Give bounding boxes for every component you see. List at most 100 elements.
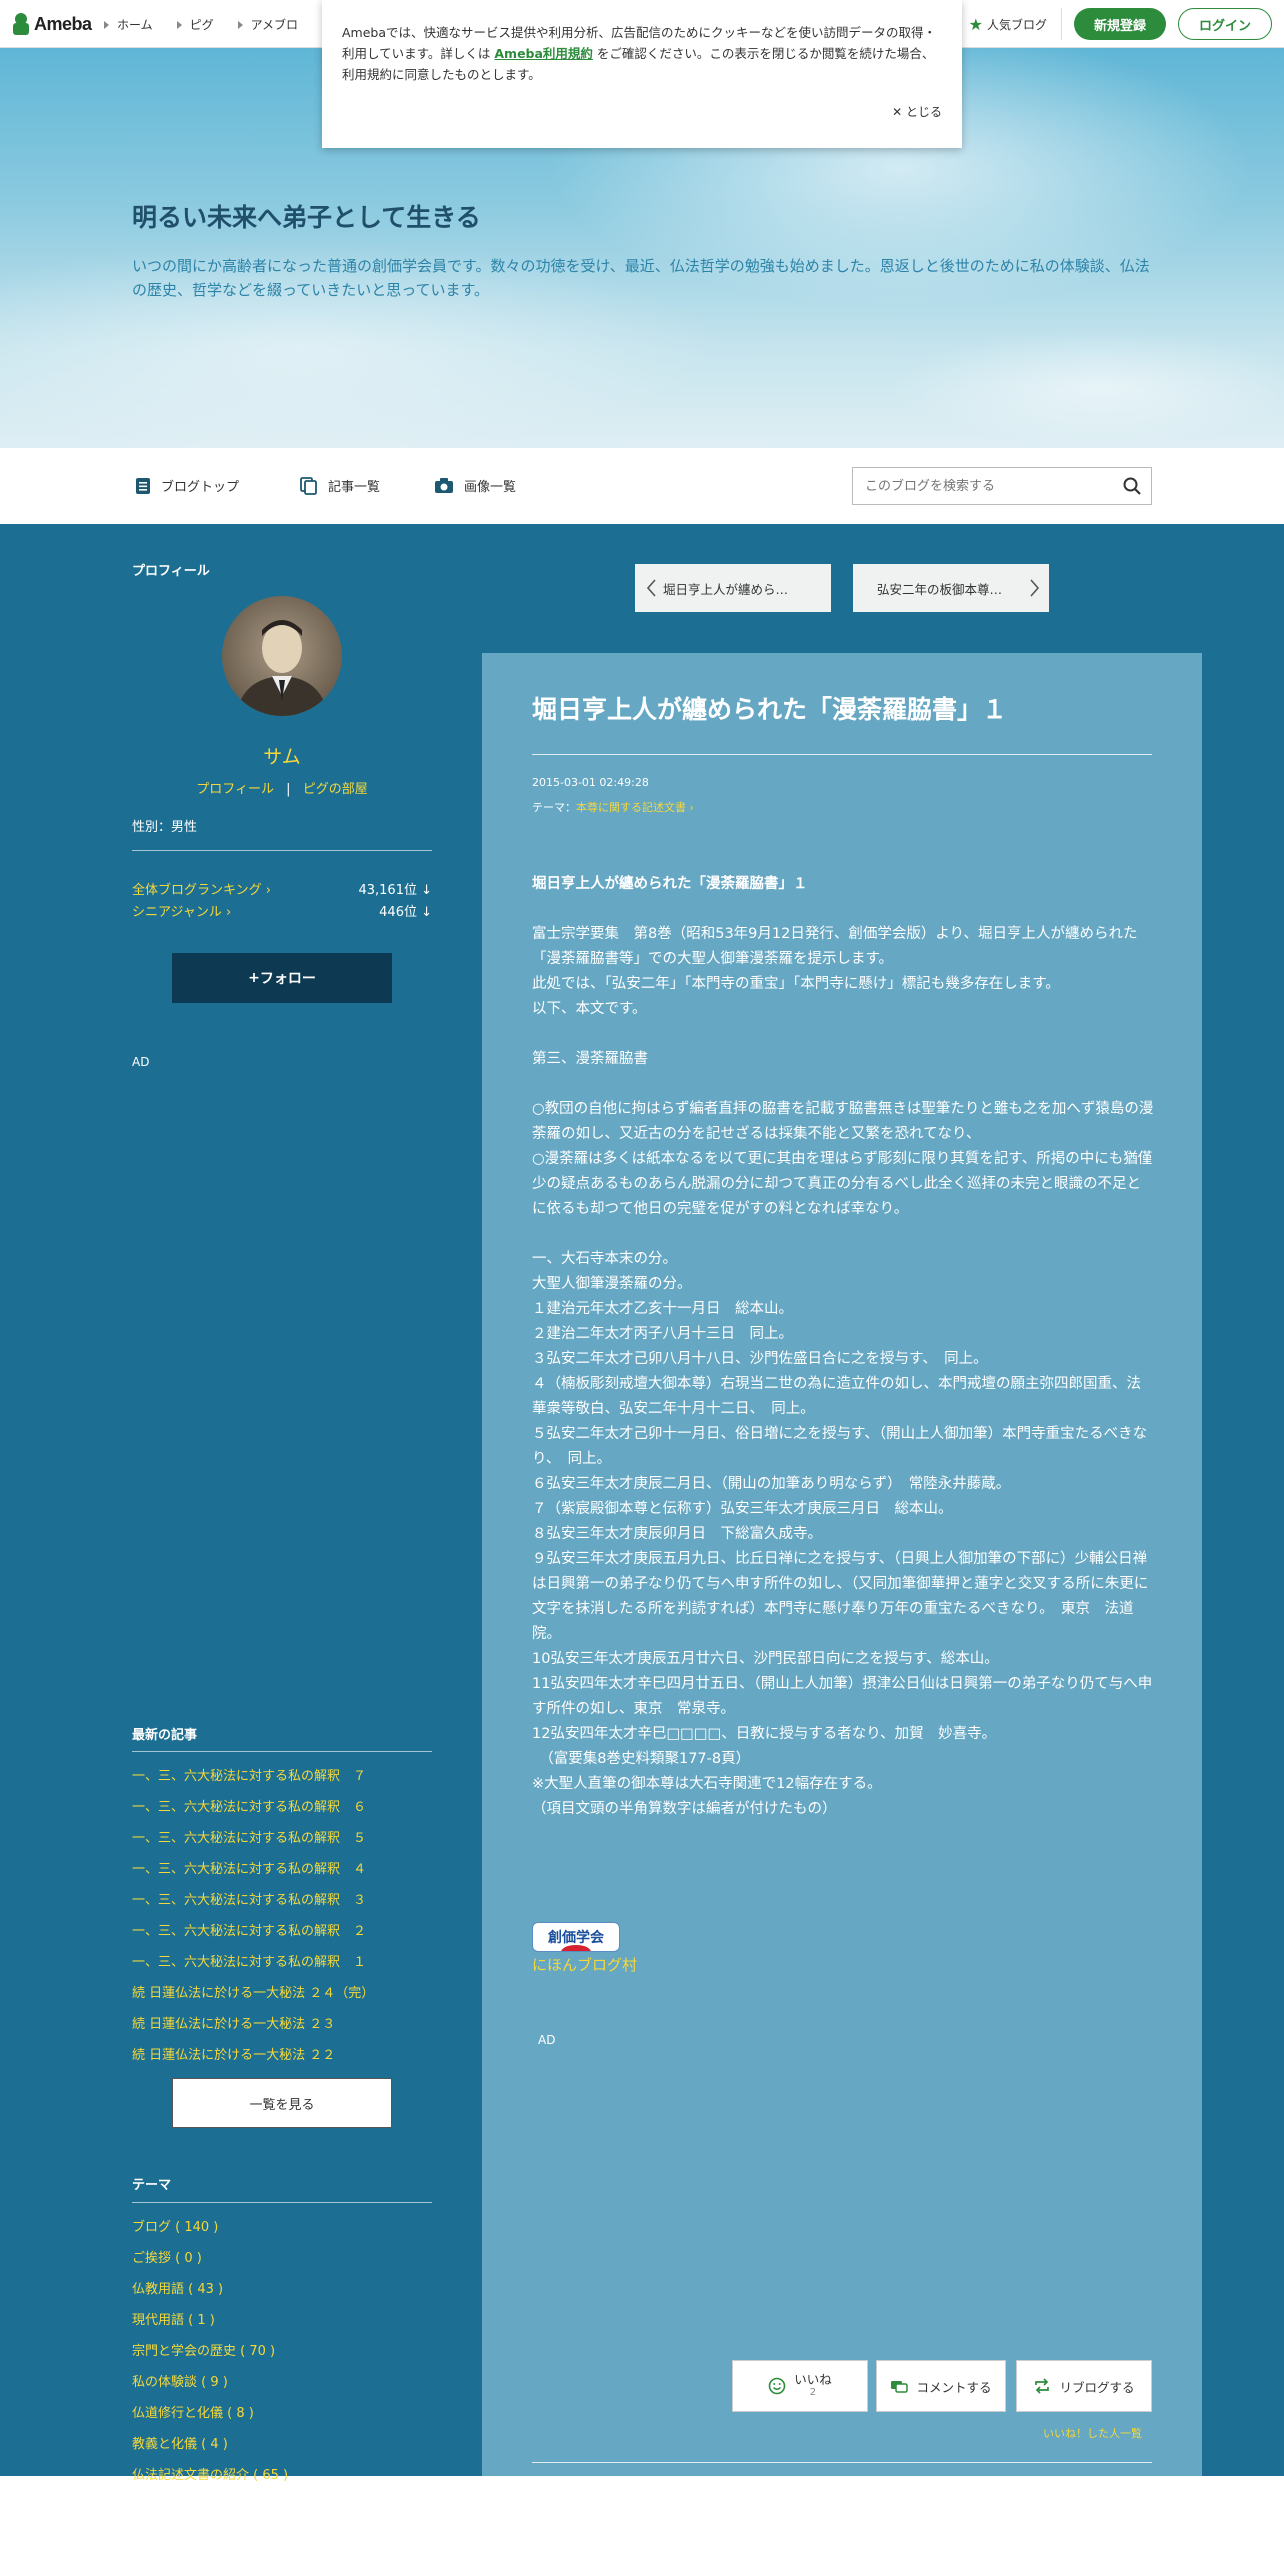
document-icon <box>136 477 150 494</box>
next-entry-label: 弘安二年の板御本尊… <box>877 581 1003 597</box>
theme-item[interactable]: 宗門と学会の歴史 ( 70 ) <box>132 2340 432 2371</box>
plus-icon: + <box>248 970 260 986</box>
prev-entry-button[interactable]: 堀日亨上人が纏めら… <box>635 564 831 612</box>
divider <box>132 2202 432 2203</box>
ranking-senior: シニアジャンル › 446位 ↓ <box>132 901 432 920</box>
theme-item[interactable]: ブログ ( 140 ) <box>132 2216 432 2247</box>
login-button[interactable]: ログイン <box>1177 8 1272 40</box>
article-theme-label: テーマ： <box>532 801 576 814</box>
recent-item[interactable]: 一、三、六大秘法に対する私の解釈 ２ <box>132 1920 432 1951</box>
search-icon[interactable] <box>1123 477 1141 495</box>
ad-label: AD <box>132 1055 150 1069</box>
recent-item[interactable]: 一、三、六大秘法に対する私の解釈 ７ <box>132 1765 432 1796</box>
blog-description: いつの間にか高齢者になった普通の創価学会員です。数々の功徳を受け、最近、仏法哲学… <box>132 257 1150 299</box>
recent-item[interactable]: 一、三、六大秘法に対する私の解釈 １ <box>132 1951 432 1982</box>
article-paragraph: 第三、漫荼羅脇書 <box>532 1051 648 1067</box>
reblog-label: リブログする <box>1059 2379 1135 2395</box>
ameba-logo-text: Ameba <box>34 13 92 34</box>
top-right-actions: ★ 人気ブログ 新規登録 ログイン <box>969 8 1272 40</box>
chevron-left-icon <box>646 579 656 597</box>
ranking-overall-link[interactable]: 全体ブログランキング › <box>132 879 271 898</box>
caret-right-icon <box>176 20 182 29</box>
caret-right-icon <box>237 20 243 29</box>
register-button[interactable]: 新規登録 <box>1073 8 1166 40</box>
theme-item[interactable]: ご挨拶 ( 0 ) <box>132 2247 432 2278</box>
blog-title[interactable]: 明るい未来へ弟子として生きる <box>132 198 481 234</box>
comment-button[interactable]: コメントする <box>876 2360 1006 2412</box>
like-button[interactable]: いいね 2 <box>732 2360 868 2412</box>
like-label: いいね <box>794 2372 832 2387</box>
article-theme-link[interactable]: 本尊に関する記述文書 › <box>576 801 694 814</box>
recent-heading: 最新の記事 <box>132 1728 198 1743</box>
cookie-close-button[interactable]: ✕ とじる <box>892 102 942 123</box>
divider <box>132 1751 432 1752</box>
images-label: 画像一覧 <box>464 480 517 495</box>
soka-gakkai-banner[interactable]: 創価学会 <box>532 1922 620 1952</box>
article-paragraph: 一、大石寺本末の分。 大聖人御筆漫荼羅の分。 １建治元年太才乙亥十一月日 総本山… <box>532 1251 1153 1817</box>
camera-icon <box>435 478 453 493</box>
global-nav: ホーム ピグ アメブロ <box>104 16 298 33</box>
theme-item[interactable]: 現代用語 ( 1 ) <box>132 2309 432 2340</box>
theme-item[interactable]: 仏法記述文書の紹介 ( 65 ) <box>132 2464 432 2495</box>
ranking-senior-value: 446位 ↓ <box>379 905 432 920</box>
avatar[interactable] <box>222 596 342 716</box>
follow-label: フォロー <box>259 971 316 987</box>
profile-links: プロフィール | ピグの部屋 <box>132 778 432 797</box>
recent-item[interactable]: 一、三、六大秘法に対する私の解釈 ６ <box>132 1796 432 1827</box>
recent-item[interactable]: 続 日蓮仏法に於ける一大秘法 ２２ <box>132 2044 432 2075</box>
entries-label: 記事一覧 <box>328 480 381 495</box>
nihon-blog-mura-link[interactable]: にほんブログ村 <box>532 1954 637 1975</box>
comment-icon <box>891 2381 909 2393</box>
article-paragraph: ○教団の自他に拘はらず編者直拝の脇書を記載す脇書無きは聖筆たりと雖も之を加へず猿… <box>532 1101 1154 1217</box>
reblog-button[interactable]: リブログする <box>1016 2360 1152 2412</box>
pigg-room-link[interactable]: ピグの部屋 <box>303 782 368 797</box>
popular-blog-label: 人気ブログ <box>986 17 1047 32</box>
entries-link[interactable]: 記事一覧 <box>300 476 380 495</box>
divider <box>532 2462 1152 2463</box>
star-icon: ★ <box>968 14 983 34</box>
popular-blog-link[interactable]: ★ 人気ブログ <box>969 8 1062 40</box>
view-all-button[interactable]: 一覧を見る <box>172 2078 392 2128</box>
theme-item[interactable]: 仏教用語 ( 43 ) <box>132 2278 432 2309</box>
nav-home[interactable]: ホーム <box>104 16 153 33</box>
recent-item[interactable]: 続 日蓮仏法に於ける一大秘法 ２４（完） <box>132 1982 432 2013</box>
banner-text: 創価学会 <box>548 1930 604 1946</box>
ranking-overall-value: 43,161位 ↓ <box>358 883 432 898</box>
recent-item[interactable]: 一、三、六大秘法に対する私の解釈 ３ <box>132 1889 432 1920</box>
gender-text: 性別：男性 <box>132 820 198 835</box>
chevron-right-icon <box>1030 579 1040 597</box>
next-entry-button[interactable]: 弘安二年の板御本尊… <box>853 564 1049 612</box>
blog-top-link[interactable]: ブログトップ <box>135 476 239 495</box>
theme-list: ブログ ( 140 ) ご挨拶 ( 0 ) 仏教用語 ( 43 ) 現代用語 (… <box>132 2216 432 2495</box>
theme-heading: テーマ <box>132 2178 172 2193</box>
nav-pigg[interactable]: ピグ <box>176 16 214 33</box>
article-theme: テーマ：本尊に関する記述文書 › <box>532 799 694 815</box>
blog-search <box>852 467 1152 505</box>
divider <box>132 850 432 851</box>
ameba-logo-icon <box>12 13 30 35</box>
recent-item[interactable]: 一、三、六大秘法に対する私の解釈 ４ <box>132 1858 432 1889</box>
ranking-senior-link[interactable]: シニアジャンル › <box>132 901 231 920</box>
recent-item[interactable]: 一、三、六大秘法に対する私の解釈 ５ <box>132 1827 432 1858</box>
profile-name[interactable]: サム <box>132 742 432 769</box>
follow-button[interactable]: + フォロー <box>172 953 392 1003</box>
images-link[interactable]: 画像一覧 <box>434 476 516 495</box>
theme-item[interactable]: 私の体験談 ( 9 ) <box>132 2371 432 2402</box>
liked-users-link[interactable]: いいね！した人一覧 <box>1043 2425 1142 2441</box>
caret-right-icon <box>104 20 109 29</box>
reblog-icon <box>1035 2378 1050 2394</box>
nav-ameblo[interactable]: アメブロ <box>237 16 298 33</box>
profile-link[interactable]: プロフィール <box>196 782 274 797</box>
prev-entry-label: 堀日亨上人が纏めら… <box>663 581 789 597</box>
article-date: 2015-03-01 02:49:28 <box>532 776 649 789</box>
ameba-logo[interactable]: Ameba <box>12 12 92 36</box>
search-input[interactable] <box>853 469 1103 503</box>
article-title[interactable]: 堀日亨上人が纏められた「漫荼羅脇書」１ <box>532 690 1007 726</box>
recent-item[interactable]: 続 日蓮仏法に於ける一大秘法 ２３ <box>132 2013 432 2044</box>
theme-item[interactable]: 教義と化儀 ( 4 ) <box>132 2433 432 2464</box>
blog-top-label: ブログトップ <box>161 480 240 495</box>
theme-item[interactable]: 仏道修行と化儀 ( 8 ) <box>132 2402 432 2433</box>
terms-link[interactable]: Ameba利用規約 <box>494 46 593 61</box>
blog-subnav: ブログトップ 記事一覧 画像一覧 <box>0 448 1284 524</box>
like-count: 2 <box>809 2387 817 2398</box>
